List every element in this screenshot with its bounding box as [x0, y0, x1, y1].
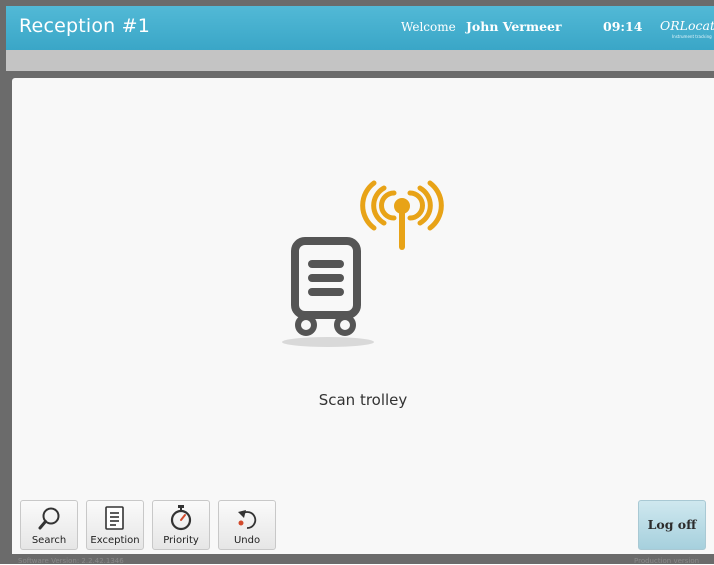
signal-icon — [360, 180, 444, 250]
brand-logo: ORLocate — [660, 18, 714, 33]
search-icon — [38, 507, 60, 530]
header-bar: Reception #1 Welcome John Vermeer 09:14 … — [6, 6, 714, 50]
exception-button-label: Exception — [90, 535, 140, 546]
stopwatch-icon — [170, 505, 192, 531]
antenna-head — [394, 198, 410, 214]
app-window: Reception #1 Welcome John Vermeer 09:14 … — [0, 0, 714, 565]
trolley-shadow — [282, 337, 374, 347]
brand-tagline: Instrument tracking — [672, 34, 712, 39]
scan-illustration — [282, 180, 444, 347]
undo-button[interactable]: Undo — [218, 500, 276, 550]
page-title: Reception #1 — [19, 15, 151, 37]
priority-button[interactable]: Priority — [152, 500, 210, 550]
clock: 09:14 — [603, 19, 643, 34]
undo-button-label: Undo — [233, 535, 261, 546]
search-button[interactable]: Search — [20, 500, 78, 550]
priority-button-label: Priority — [163, 535, 199, 546]
user-name: John Vermeer — [466, 19, 562, 34]
welcome-label: Welcome — [401, 20, 456, 34]
scan-prompt: Scan trolley — [318, 391, 408, 409]
undo-icon — [238, 510, 257, 529]
search-button-label: Search — [31, 535, 67, 546]
exception-button[interactable]: Exception — [86, 500, 144, 550]
main-panel: Scan trolley Search Exception Priority U… — [12, 78, 714, 554]
sub-header-bar — [6, 50, 714, 71]
trolley-icon — [291, 237, 361, 336]
checklist-icon — [105, 506, 124, 530]
logoff-button[interactable]: Log off — [638, 500, 706, 550]
